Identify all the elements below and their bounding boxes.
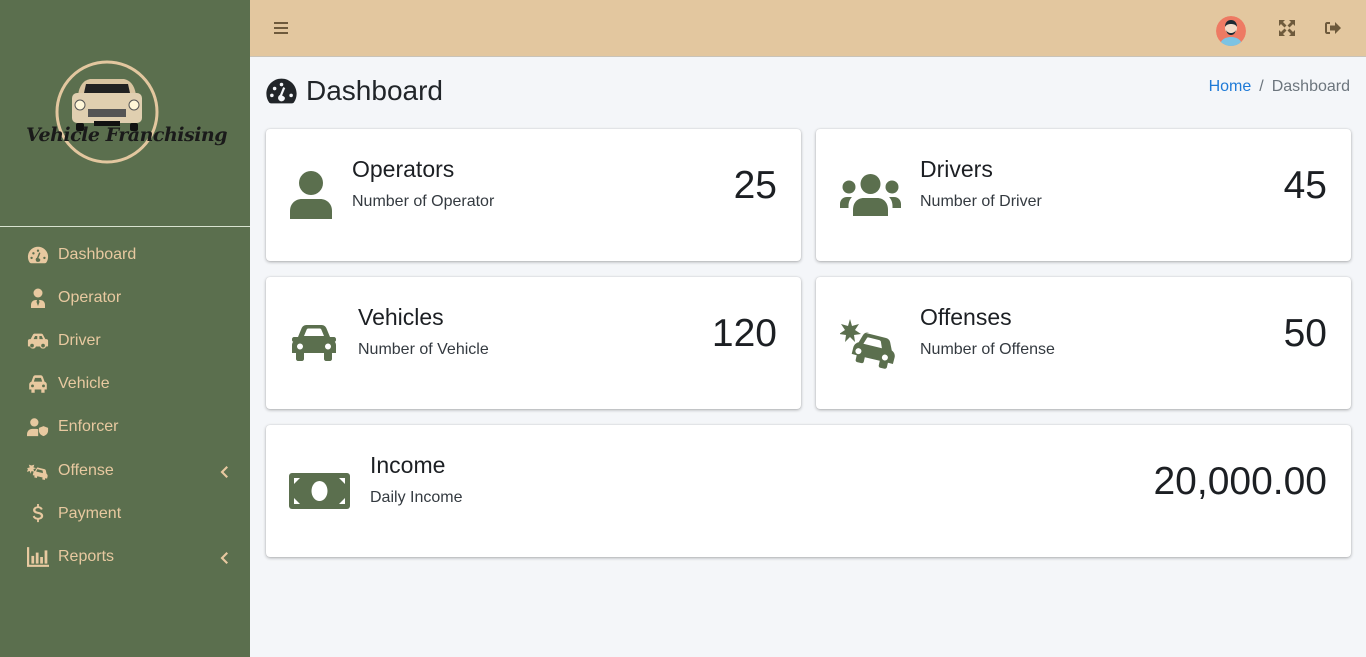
sidebar-item-label: Driver — [58, 331, 101, 349]
sidebar: Vehicle Franchising Dashboard Operator D… — [0, 0, 250, 657]
sidebar-item-label: Dashboard — [58, 245, 137, 263]
car-side-icon — [27, 331, 49, 351]
page-title: Dashboard — [265, 75, 443, 107]
breadcrumb-current: Dashboard — [1271, 78, 1350, 95]
card-value: 25 — [733, 164, 777, 207]
chevron-left-icon[interactable] — [220, 465, 228, 478]
sidebar-item-label: Offense — [58, 461, 114, 479]
card-subtitle: Number of Driver — [920, 193, 1042, 210]
card-value: 50 — [1283, 312, 1327, 355]
sidebar-item-offense[interactable]: Offense — [0, 449, 250, 492]
expand-arrows-icon[interactable] — [1278, 19, 1296, 37]
sidebar-nav: Dashboard Operator Driver Vehicle Enforc… — [0, 233, 250, 579]
brand-area: Vehicle Franchising — [0, 0, 250, 227]
sidebar-item-operator[interactable]: Operator — [0, 276, 250, 319]
user-avatar[interactable] — [1216, 16, 1246, 46]
user-shield-icon — [27, 417, 49, 437]
users-icon — [840, 174, 901, 221]
card-title: Offenses — [920, 304, 1012, 330]
user-tie-icon — [27, 288, 49, 308]
offenses-card[interactable]: Offenses Number of Offense 50 — [816, 277, 1351, 409]
car-icon — [27, 374, 49, 394]
chevron-left-icon[interactable] — [220, 551, 228, 564]
drivers-card[interactable]: Drivers Number of Driver 45 — [816, 129, 1351, 261]
sidebar-item-payment[interactable]: Payment — [0, 492, 250, 535]
brand-name: Vehicle Franchising — [26, 124, 228, 146]
breadcrumb-separator: / — [1259, 78, 1264, 95]
income-card[interactable]: Income Daily Income 20,000.00 — [266, 425, 1351, 557]
sidebar-item-label: Vehicle — [58, 375, 110, 393]
tachometer-icon — [27, 245, 49, 265]
top-navbar — [250, 0, 1366, 57]
card-title: Income — [370, 452, 446, 478]
page-title-text: Dashboard — [306, 75, 443, 106]
chart-bar-icon — [27, 547, 49, 567]
card-subtitle: Number of Vehicle — [358, 341, 489, 358]
car-icon — [290, 325, 338, 366]
card-title: Drivers — [920, 156, 993, 182]
vehicles-card[interactable]: Vehicles Number of Vehicle 120 — [266, 277, 801, 409]
sidebar-item-reports[interactable]: Reports — [0, 535, 250, 578]
car-crash-icon — [27, 461, 49, 481]
bars-icon[interactable] — [273, 20, 289, 36]
sidebar-item-driver[interactable]: Driver — [0, 319, 250, 362]
sidebar-item-enforcer[interactable]: Enforcer — [0, 406, 250, 449]
sign-out-icon[interactable] — [1324, 19, 1342, 37]
sidebar-item-dashboard[interactable]: Dashboard — [0, 233, 250, 276]
card-subtitle: Number of Offense — [920, 341, 1055, 358]
sidebar-item-label: Enforcer — [58, 418, 119, 436]
money-bill-icon — [289, 473, 350, 514]
card-title: Vehicles — [358, 304, 444, 330]
sidebar-item-label: Payment — [58, 504, 122, 522]
main-content: Dashboard Home / Dashboard Operators Num… — [250, 58, 1366, 657]
card-subtitle: Daily Income — [370, 489, 463, 506]
dollar-icon — [27, 503, 49, 524]
card-title: Operators — [352, 156, 455, 182]
sidebar-item-label: Operator — [58, 288, 122, 306]
breadcrumb-home-link[interactable]: Home — [1209, 78, 1252, 96]
breadcrumb: Home / Dashboard — [1209, 78, 1350, 96]
card-value: 45 — [1283, 164, 1327, 207]
card-subtitle: Number of Operator — [352, 193, 495, 210]
user-icon — [290, 171, 332, 224]
sidebar-item-label: Reports — [58, 547, 115, 565]
operators-card[interactable]: Operators Number of Operator 25 — [266, 129, 801, 261]
sidebar-item-vehicle[interactable]: Vehicle — [0, 363, 250, 406]
tachometer-icon — [266, 78, 297, 104]
car-crash-icon — [839, 319, 902, 374]
card-value: 20,000.00 — [1153, 460, 1327, 503]
card-value: 120 — [711, 312, 777, 355]
brand-logo-icon[interactable] — [20, 55, 195, 175]
